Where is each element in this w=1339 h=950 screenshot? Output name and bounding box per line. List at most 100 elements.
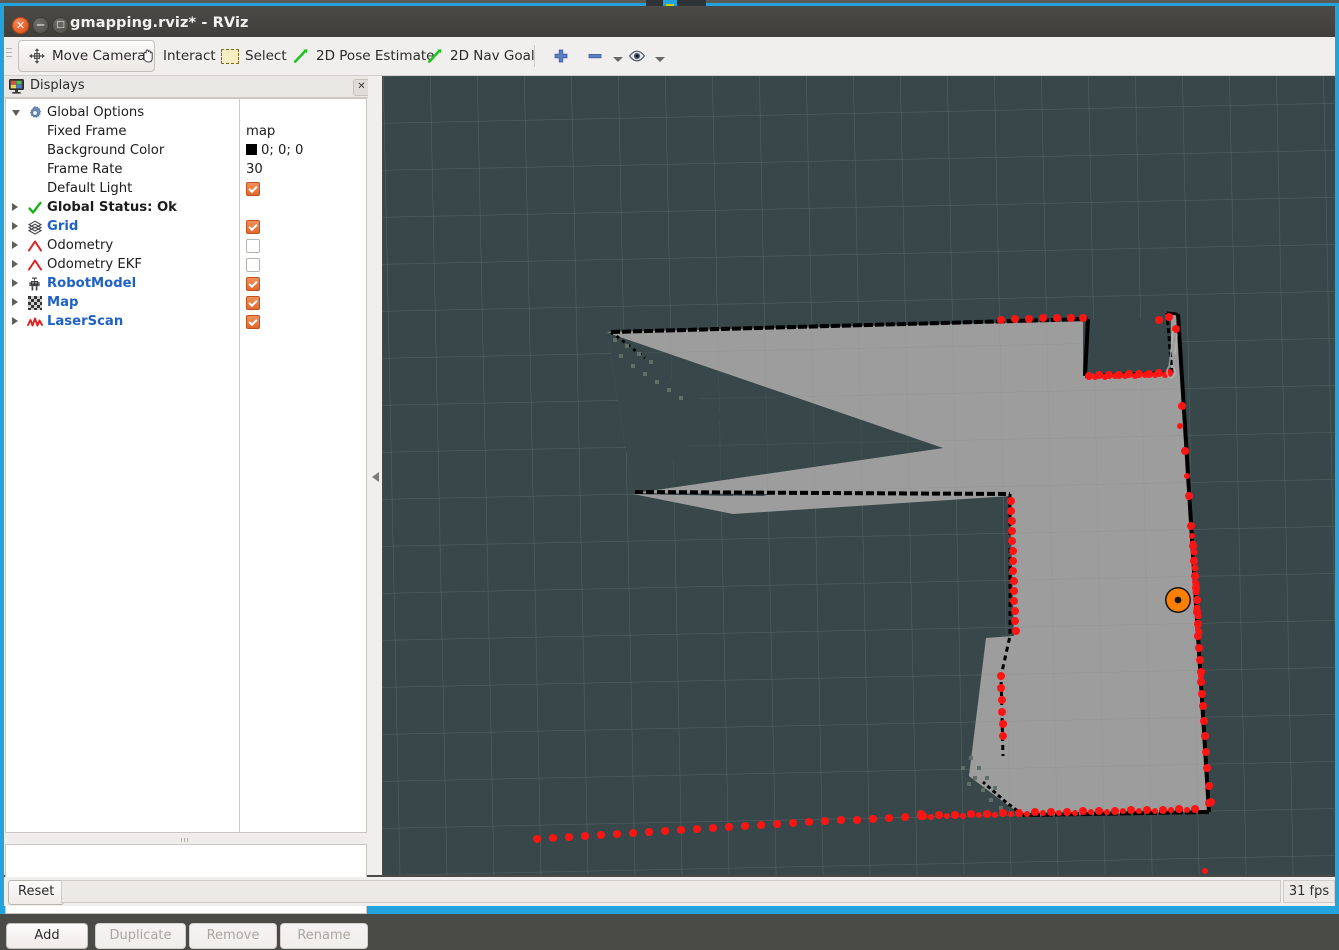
title-bar: ✕ ─ □ gmapping.rviz* - RViz bbox=[4, 6, 1335, 37]
remove-display-button[interactable]: Remove bbox=[189, 923, 277, 949]
main-toolbar: Move Camera Interact Select 2D Pose Esti… bbox=[4, 37, 1335, 76]
rename-display-button[interactable]: Rename bbox=[280, 923, 368, 949]
tree-row-label: LaserScan bbox=[47, 314, 124, 329]
chevron-right-icon[interactable] bbox=[12, 279, 18, 287]
remove-tool-button[interactable] bbox=[582, 40, 627, 72]
tool-2d-nav-goal-label: 2D Nav Goal bbox=[450, 48, 535, 64]
tree-row-default-light[interactable]: Default Light bbox=[6, 179, 366, 198]
tree-row-value[interactable]: map bbox=[246, 124, 275, 139]
rviz-window: ✕ ─ □ gmapping.rviz* - RViz Move Camera … bbox=[0, 0, 1339, 949]
odometry-arrow-icon bbox=[27, 257, 43, 273]
grid-icon bbox=[27, 219, 43, 235]
displays-panel: Displays ✕ Global Options Fixed Frame map B… bbox=[4, 76, 378, 949]
tree-row-label: Fixed Frame bbox=[47, 124, 127, 139]
chevron-left-icon bbox=[372, 472, 379, 482]
reset-button[interactable]: Reset bbox=[8, 880, 65, 905]
add-display-button[interactable]: Add bbox=[6, 923, 88, 949]
chevron-right-icon[interactable] bbox=[12, 260, 18, 268]
chevron-right-icon[interactable] bbox=[12, 298, 18, 306]
select-rect-icon bbox=[221, 48, 239, 64]
displays-button-row: Add Duplicate Remove Rename bbox=[6, 923, 376, 950]
toolbar-separator bbox=[534, 45, 535, 67]
chevron-down-icon[interactable] bbox=[655, 56, 665, 62]
tree-row-label: RobotModel bbox=[47, 276, 137, 291]
toolbar-drag-handle[interactable] bbox=[6, 48, 12, 62]
laserscan-icon bbox=[27, 314, 43, 330]
move-camera-icon bbox=[28, 47, 46, 65]
green-check-icon bbox=[27, 200, 43, 216]
tool-interact[interactable]: Interact bbox=[130, 40, 225, 72]
tree-row-checkbox[interactable] bbox=[246, 220, 260, 234]
tool-select-label: Select bbox=[245, 48, 287, 64]
tree-row-label: Odometry bbox=[47, 238, 114, 253]
minimize-icon: ─ bbox=[36, 18, 45, 32]
gear-icon bbox=[27, 105, 43, 121]
tree-row-label: Grid bbox=[47, 219, 79, 234]
tool-interact-label: Interact bbox=[163, 48, 216, 64]
tree-row-map[interactable]: Map bbox=[6, 293, 366, 312]
fps-indicator: 31 fps bbox=[1283, 880, 1335, 903]
chevron-right-icon[interactable] bbox=[12, 241, 18, 249]
plus-icon bbox=[552, 47, 570, 65]
tree-row-label: Frame Rate bbox=[47, 162, 123, 177]
tree-row-checkbox[interactable] bbox=[246, 277, 260, 291]
tree-row-label: Odometry EKF bbox=[47, 257, 142, 272]
tree-row-global-options[interactable]: Global Options bbox=[6, 103, 366, 122]
green-arrow-icon bbox=[292, 47, 310, 65]
color-value-text: 0; 0; 0 bbox=[261, 143, 304, 158]
tree-row-checkbox[interactable] bbox=[246, 182, 260, 196]
close-icon: ✕ bbox=[15, 19, 26, 32]
tree-row-value[interactable]: 30 bbox=[246, 162, 263, 177]
tree-row-robotmodel[interactable]: RobotModel bbox=[6, 274, 366, 293]
chevron-right-icon[interactable] bbox=[12, 317, 18, 325]
chevron-down-icon[interactable] bbox=[12, 110, 20, 116]
tree-row-frame-rate[interactable]: Frame Rate 30 bbox=[6, 160, 366, 179]
duplicate-display-button[interactable]: Duplicate bbox=[95, 923, 186, 949]
status-message-field bbox=[61, 880, 1281, 903]
minimize-window-button[interactable]: ─ bbox=[32, 17, 49, 34]
tree-row-odometry[interactable]: Odometry bbox=[6, 236, 366, 255]
visibility-button[interactable] bbox=[624, 40, 669, 72]
chevron-down-icon[interactable] bbox=[613, 56, 623, 62]
tree-row-fixed-frame[interactable]: Fixed Frame map bbox=[6, 122, 366, 141]
tree-row-laserscan[interactable]: LaserScan bbox=[6, 312, 366, 331]
window-title: gmapping.rviz* - RViz bbox=[70, 15, 249, 31]
tree-row-checkbox[interactable] bbox=[246, 315, 260, 329]
displays-panel-title: Displays bbox=[30, 78, 85, 93]
chevron-right-icon[interactable] bbox=[12, 203, 18, 211]
displays-tree[interactable]: Global Options Fixed Frame map Background C… bbox=[5, 98, 367, 833]
tree-row-label: Global Options bbox=[47, 105, 145, 120]
eye-icon bbox=[628, 47, 646, 65]
robot-model-icon bbox=[27, 276, 43, 292]
render-viewport-3d[interactable]: 31 fps bbox=[383, 76, 1335, 875]
hand-icon bbox=[139, 47, 157, 65]
chevron-right-icon[interactable] bbox=[12, 222, 18, 230]
tool-2d-nav-goal[interactable]: 2D Nav Goal bbox=[417, 40, 544, 72]
display-monitor-icon bbox=[9, 79, 24, 98]
tree-row-grid[interactable]: Grid bbox=[6, 217, 366, 236]
tree-row-label: Global Status: Ok bbox=[47, 200, 177, 215]
tree-row-odometry-ekf[interactable]: Odometry EKF bbox=[6, 255, 366, 274]
add-tool-button[interactable] bbox=[547, 40, 575, 72]
green-arrow-icon bbox=[426, 47, 444, 65]
displays-panel-header: Displays ✕ bbox=[4, 76, 378, 98]
close-window-button[interactable]: ✕ bbox=[12, 17, 29, 34]
tree-row-background-color[interactable]: Background Color 0; 0; 0 bbox=[6, 141, 366, 160]
maximize-window-button[interactable]: □ bbox=[52, 17, 69, 34]
minus-icon bbox=[586, 47, 604, 65]
tree-row-label: Default Light bbox=[47, 181, 133, 196]
robot-model-marker bbox=[1165, 587, 1191, 613]
window-right-border bbox=[1335, 6, 1339, 910]
tree-row-global-status-ok[interactable]: Global Status: Ok bbox=[6, 198, 366, 217]
tree-row-checkbox[interactable] bbox=[246, 239, 260, 253]
color-swatch bbox=[246, 144, 257, 155]
tree-row-color-value[interactable]: 0; 0; 0 bbox=[246, 143, 303, 158]
status-bar: Reset 31 fps bbox=[4, 877, 1335, 906]
tree-row-label: Map bbox=[47, 295, 79, 310]
panel-splitter[interactable] bbox=[5, 835, 367, 843]
tree-row-checkbox[interactable] bbox=[246, 296, 260, 310]
tree-row-label: Background Color bbox=[47, 143, 165, 158]
panel-collapse-handle[interactable] bbox=[368, 76, 382, 875]
maximize-icon: □ bbox=[56, 20, 65, 30]
tree-row-checkbox[interactable] bbox=[246, 258, 260, 272]
